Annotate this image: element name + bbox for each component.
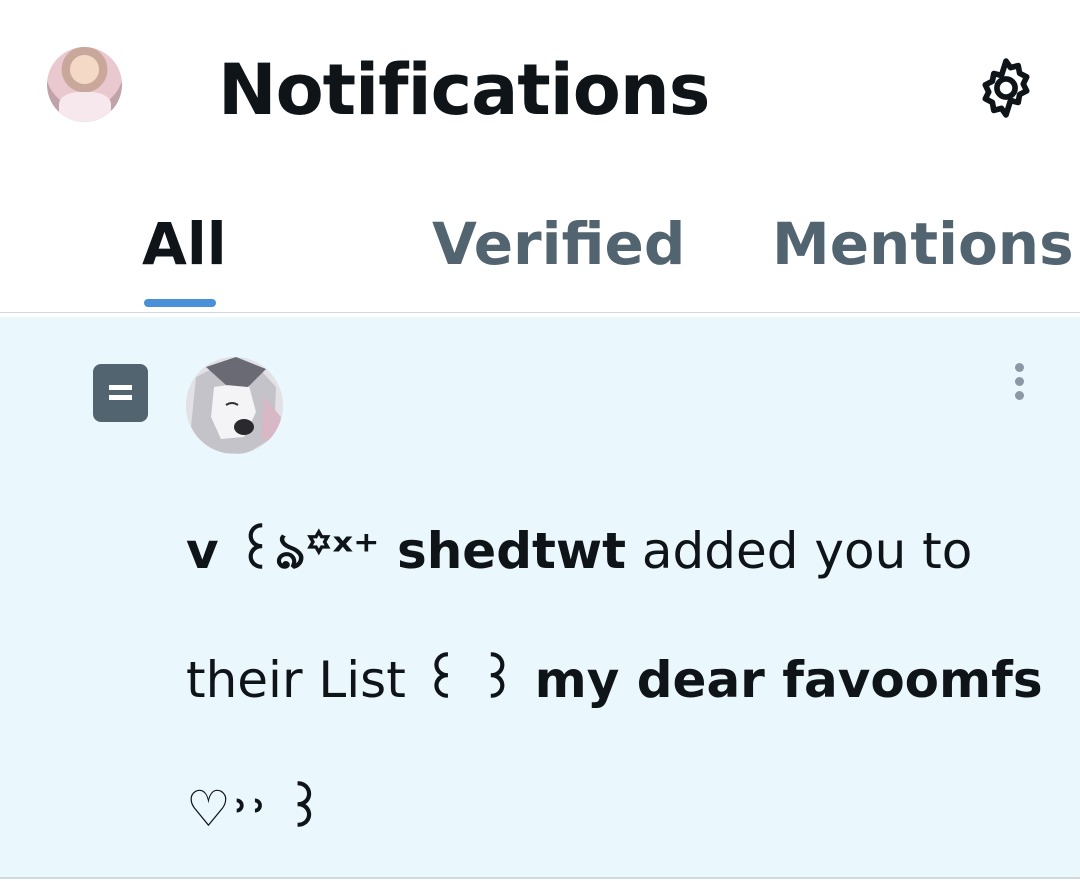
sender-name[interactable]: v ꒰ঌ꙳ˣ⁺ shedtwt — [186, 522, 626, 580]
page-title: Notifications — [218, 49, 710, 131]
more-vertical-icon[interactable] — [1008, 363, 1032, 403]
tab-mentions[interactable]: Mentions — [772, 209, 1074, 279]
avatar-image — [186, 357, 283, 454]
tab-verified[interactable]: Verified — [432, 209, 685, 279]
gear-icon[interactable] — [972, 54, 1040, 122]
notification-tabs: All Verified Mentions — [0, 175, 1080, 313]
notification-text: v ꒰ঌ꙳ˣ⁺ shedtwt added you to their List … — [186, 487, 1056, 874]
notification-item[interactable]: v ꒰ঌ꙳ˣ⁺ shedtwt added you to their List … — [0, 313, 1080, 879]
list-icon — [93, 364, 148, 422]
profile-avatar[interactable] — [47, 47, 122, 122]
sender-avatar[interactable] — [186, 357, 283, 454]
top-bar: Notifications — [0, 0, 1080, 175]
tab-all[interactable]: All — [142, 209, 227, 279]
active-tab-indicator — [144, 299, 216, 307]
